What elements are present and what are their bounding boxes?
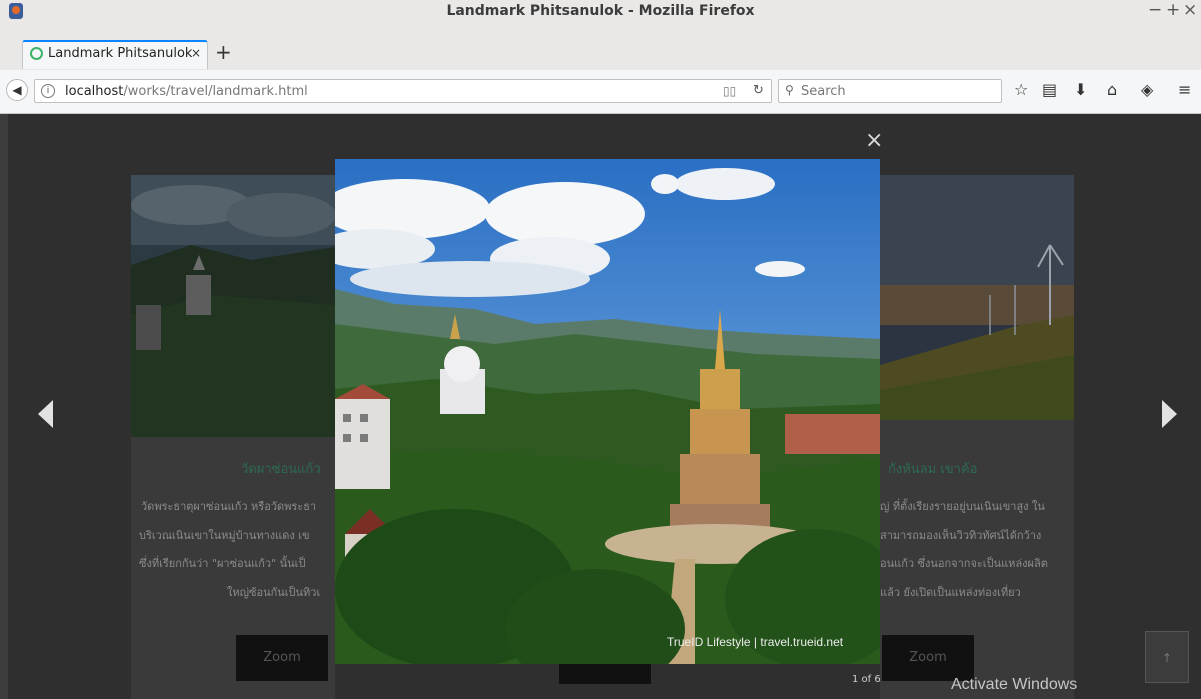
- lightbox-close-button[interactable]: ×: [865, 128, 883, 153]
- url-text: localhost/works/travel/landmark.html: [65, 84, 308, 99]
- info-icon[interactable]: i: [41, 84, 55, 98]
- pocket-icon[interactable]: ◈: [1141, 80, 1153, 99]
- card-text-line-2: สามารถมองเห็นวิวทิวทัศน์ได้กว้าง: [880, 529, 1042, 542]
- url-bar[interactable]: i localhost/works/travel/landmark.html ▯…: [34, 79, 772, 103]
- lightbox-watermark: TrueID Lifestyle | travel.trueid.net: [667, 635, 844, 649]
- new-tab-button[interactable]: +: [215, 40, 232, 64]
- navigation-toolbar: ◀ i localhost/works/travel/landmark.html…: [0, 70, 1201, 114]
- card-image-windfarm: [880, 175, 1074, 420]
- temple-photo: [335, 159, 880, 664]
- card-title: วัดผาซ่อนแก้ว: [241, 462, 321, 477]
- menu-icon[interactable]: ≡: [1178, 80, 1191, 99]
- card-image-temple: [131, 175, 335, 437]
- card-wind-turbine: กังหันลม เขาค้อ ญ่ ที่ตั้งเรียงรายอยู่บน…: [880, 175, 1074, 699]
- card-text-line-4: ใหญ่ซ้อนกันเป็นทิวเ: [227, 586, 321, 599]
- window-titlebar: Landmark Phitsanulok - Mozilla Firefox −…: [0, 0, 1201, 40]
- tab-close-button[interactable]: ×: [191, 46, 201, 60]
- card-text-line-2: บริเวณเนินเขาในหมู่บ้านทางแดง เข: [139, 529, 310, 542]
- zoom-button[interactable]: Zoom: [236, 635, 328, 681]
- carousel-next-arrow-icon[interactable]: [1162, 400, 1177, 428]
- back-icon: ◀: [12, 83, 22, 97]
- download-icon[interactable]: ⬇: [1074, 80, 1087, 99]
- lightbox-counter: 1 of 6: [852, 674, 881, 685]
- card-text-line-1: ญ่ ที่ตั้งเรียงรายอยู่บนเนินเขาสูง ใน: [880, 500, 1045, 513]
- zoom-button[interactable]: Zoom: [882, 635, 974, 681]
- tab-favicon-icon: [30, 47, 43, 60]
- zoom-button-middle[interactable]: [559, 664, 651, 684]
- card-text-line-4: แล้ว ยังเปิดเป็นแหล่งท่องเที่ยว: [880, 586, 1021, 599]
- card-title: กังหันลม เขาค้อ: [888, 462, 978, 477]
- card-text-line-3: อนแก้ว ซึ่งนอกจากจะเป็นแหล่งผลิต: [880, 557, 1048, 570]
- library-icon[interactable]: ▤: [1042, 80, 1057, 99]
- tab-landmark[interactable]: Landmark Phitsanulok ×: [22, 40, 208, 69]
- activate-windows-watermark: Activate Windows: [951, 676, 1078, 693]
- tab-title: Landmark Phitsanulok: [48, 46, 193, 61]
- window-title: Landmark Phitsanulok - Mozilla Firefox: [446, 3, 755, 19]
- scroll-to-top-button[interactable]: ↑: [1145, 631, 1189, 683]
- reload-icon[interactable]: ↻: [753, 83, 764, 98]
- search-placeholder: Search: [801, 84, 846, 99]
- carousel-prev-arrow-icon[interactable]: [38, 400, 53, 428]
- card-text-line-1: วัดพระธาตุผาซ่อนแก้ว หรือวัดพระธา: [141, 500, 317, 513]
- close-window-button[interactable]: ×: [1183, 0, 1197, 20]
- home-icon[interactable]: ⌂: [1107, 80, 1117, 99]
- search-bar[interactable]: ⚲ Search: [778, 79, 1002, 103]
- card-phasornkaew: วัดผาซ่อนแก้ว วัดพระธาตุผาซ่อนแก้ว หรือว…: [131, 175, 335, 699]
- reader-view-icon[interactable]: ▯▯: [723, 84, 736, 98]
- card-text-line-3: ซึ่งที่เรียกกันว่า "ผาซ่อนแก้ว" นั้นเป็: [139, 557, 306, 570]
- lightbox-image: [335, 159, 880, 664]
- minimize-button[interactable]: −: [1148, 0, 1162, 20]
- search-icon: ⚲: [785, 83, 794, 97]
- back-button[interactable]: ◀: [6, 79, 28, 101]
- url-path: /works/travel/landmark.html: [123, 84, 308, 99]
- bookmark-star-icon[interactable]: ☆: [1014, 80, 1028, 99]
- url-host: localhost: [65, 84, 124, 99]
- maximize-button[interactable]: +: [1166, 0, 1180, 20]
